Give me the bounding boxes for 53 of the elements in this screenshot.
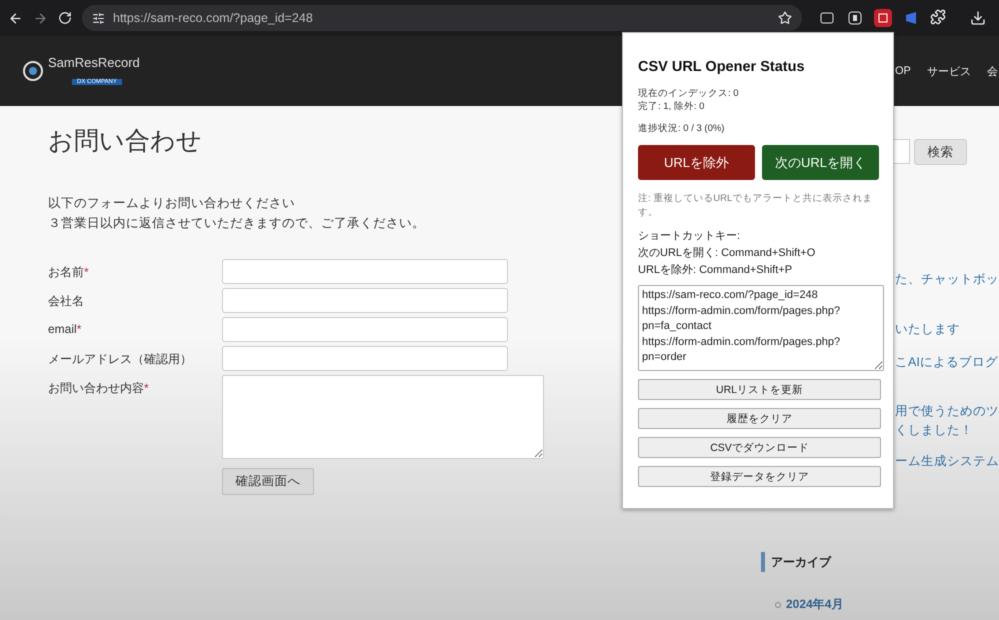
popup-title: CSV URL Opener Status	[638, 59, 806, 75]
post-link[interactable]: た、チャットボッ	[895, 270, 999, 289]
search-button[interactable]: 検索	[914, 139, 967, 165]
popup-button[interactable]: URLリストを更新	[638, 379, 881, 400]
popup-button[interactable]: 履歴をクリア	[638, 408, 881, 429]
shortcut-text: URLを除外: Command+Shift+P	[638, 263, 794, 278]
post-link[interactable]: いたします	[895, 320, 960, 339]
nav-link[interactable]: OP	[895, 65, 911, 77]
logo-icon	[22, 60, 44, 82]
search-field[interactable]	[894, 139, 910, 164]
progress-text: 進捗状況: 0 / 3 (0%)	[638, 122, 726, 135]
forward-icon[interactable]	[33, 10, 48, 26]
address-bar[interactable]: https://sam-reco.com/?page_id=248	[82, 5, 802, 31]
confirm-button[interactable]: 確認画面へ	[222, 468, 314, 495]
field-label: 会社名	[48, 293, 85, 310]
field-label: お名前*	[48, 264, 90, 281]
intro-text: ３営業日以内に返信させていただきますので、ご了承ください。	[48, 215, 425, 232]
nav-link[interactable]: 会	[986, 64, 998, 78]
download-icon[interactable]	[970, 10, 986, 26]
input-field[interactable]	[222, 288, 508, 313]
field-label: email*	[48, 321, 82, 336]
url-list-field[interactable]: https://sam-reco.com/?page_id=248 https://form-admin.com/form/pages.php?pn=fa_contact https://form-admin.com/form/pages.php?pn=order	[638, 285, 884, 371]
exclude-url-button[interactable]: URLを除外	[638, 145, 755, 180]
site-settings-icon[interactable]	[92, 12, 105, 24]
message-field[interactable]	[222, 375, 544, 459]
field-label: お問い合わせ内容*	[48, 380, 150, 397]
extension-icon[interactable]	[846, 9, 864, 27]
input-field[interactable]	[222, 317, 508, 342]
open-next-url-button[interactable]: 次のURLを開く	[762, 145, 879, 180]
input-field[interactable]	[222, 259, 508, 284]
archive-heading: アーカイブ	[771, 554, 831, 570]
status-text: 現在のインデックス: 0	[638, 87, 740, 100]
bookmark-icon[interactable]	[778, 11, 792, 25]
input-field[interactable]	[222, 346, 508, 371]
page-title: お問い合わせ	[48, 126, 202, 157]
back-icon[interactable]	[8, 10, 23, 26]
archive-link[interactable]: 2024年4月	[775, 596, 999, 613]
shortcut-text: 次のURLを開く: Command+Shift+O	[638, 246, 816, 261]
post-link[interactable]: ーム生成システム	[895, 452, 999, 471]
intro-text: 以下のフォームよりお問い合わせください	[48, 195, 296, 212]
logo-text: SamResRecord	[48, 54, 140, 70]
status-text: 完了: 1, 除外: 0	[638, 100, 706, 113]
extensions-icon[interactable]	[930, 9, 946, 25]
post-link[interactable]: 用で使うためのツ くしました！	[895, 402, 999, 440]
reload-icon[interactable]	[58, 11, 72, 25]
shortcuts-heading: ショートカットキー:	[638, 229, 742, 244]
nav-link[interactable]: サービス	[926, 64, 971, 78]
post-link[interactable]: こAIによるブログ	[895, 353, 998, 372]
popup-button[interactable]: CSVでダウンロード	[638, 437, 881, 458]
extension-icon[interactable]	[874, 9, 892, 27]
popup-button[interactable]: 登録データをクリア	[638, 466, 881, 487]
note-text: 注: 重複しているURLでもアラートと共に表示されます。	[638, 192, 874, 220]
field-label: メールアドレス（確認用）	[48, 351, 193, 368]
